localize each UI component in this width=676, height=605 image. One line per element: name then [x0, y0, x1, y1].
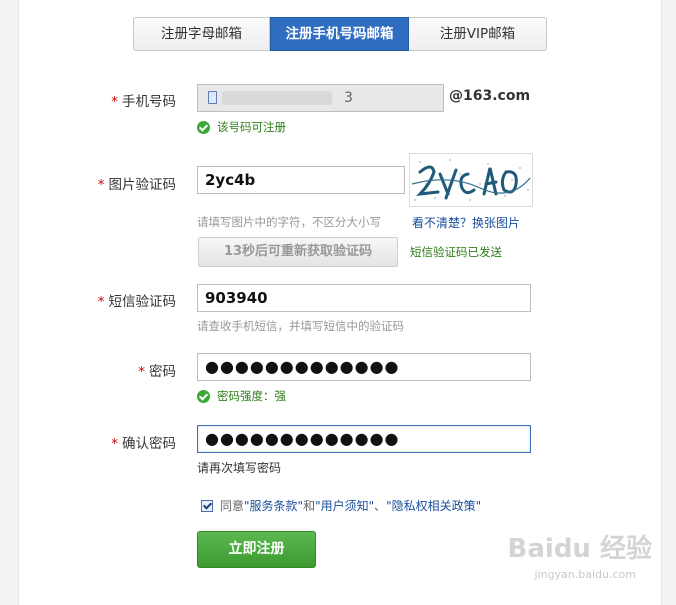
agreement-and: 和	[303, 499, 316, 513]
resend-sms-button[interactable]: 13秒后可重新获取验证码	[198, 237, 398, 267]
check-circle-icon	[197, 120, 210, 134]
confirm-password-input[interactable]: ●●●●●●●●●●●●●	[197, 425, 531, 453]
required-mark: *	[111, 94, 118, 110]
phone-icon	[208, 91, 217, 104]
password-label: * 密码	[138, 364, 176, 380]
agreement-checkbox[interactable]	[201, 499, 213, 512]
phone-value: 3	[344, 90, 353, 106]
domain-suffix: @163.com	[449, 88, 531, 104]
baidu-jingyan-watermark: Baidu 经验	[507, 534, 652, 564]
tab-vip-mailbox[interactable]: 注册VIP邮箱	[409, 17, 547, 51]
captcha-hint: 请填写图片中的字符，不区分大小写	[197, 215, 381, 229]
sms-code-label: * 短信验证码	[97, 294, 176, 310]
sms-sent-status: 短信验证码已发送	[410, 245, 502, 259]
redacted-phone-digits	[222, 91, 332, 105]
user-notice-link[interactable]: "用户须知"	[315, 497, 374, 514]
required-mark: *	[97, 294, 105, 310]
watermark-url: jingyan.baidu.com	[534, 568, 636, 581]
confirm-password-hint: 请再次填写密码	[197, 461, 282, 475]
agreement-row: 同意 "服务条款" 和 "用户须知" 、 "隐私权相关政策"	[201, 497, 481, 514]
captcha-image[interactable]	[409, 153, 533, 207]
required-mark: *	[97, 177, 105, 193]
check-circle-icon	[197, 389, 210, 403]
sms-code-hint: 请查收手机短信，并填写短信中的验证码	[197, 319, 404, 333]
register-button[interactable]: 立即注册	[197, 531, 316, 568]
privacy-policy-link[interactable]: "隐私权相关政策"	[386, 497, 481, 514]
confirm-password-label: * 确认密码	[111, 436, 176, 452]
tab-bar: 注册字母邮箱 注册手机号码邮箱 注册VIP邮箱	[133, 17, 547, 51]
captcha-graphic	[411, 159, 531, 201]
tab-letter-mailbox[interactable]: 注册字母邮箱	[133, 17, 270, 51]
password-input[interactable]: ●●●●●●●●●●●●●	[197, 353, 531, 381]
required-mark: *	[111, 436, 118, 452]
captcha-label: * 图片验证码	[97, 177, 176, 193]
phone-status: 该号码可注册	[197, 119, 286, 135]
agreement-prefix: 同意	[220, 499, 245, 513]
required-mark: *	[138, 364, 145, 380]
phone-label: * 手机号码	[111, 94, 176, 110]
sms-code-input[interactable]: 903940	[197, 284, 531, 312]
password-strength: 密码强度：强	[197, 388, 286, 404]
captcha-input[interactable]: 2yc4b	[197, 166, 405, 194]
terms-of-service-link[interactable]: "服务条款"	[244, 497, 303, 514]
tab-mobile-mailbox[interactable]: 注册手机号码邮箱	[270, 17, 409, 51]
agreement-separator: 、	[374, 499, 387, 513]
refresh-captcha-link[interactable]: 看不清楚？换张图片	[412, 214, 520, 231]
